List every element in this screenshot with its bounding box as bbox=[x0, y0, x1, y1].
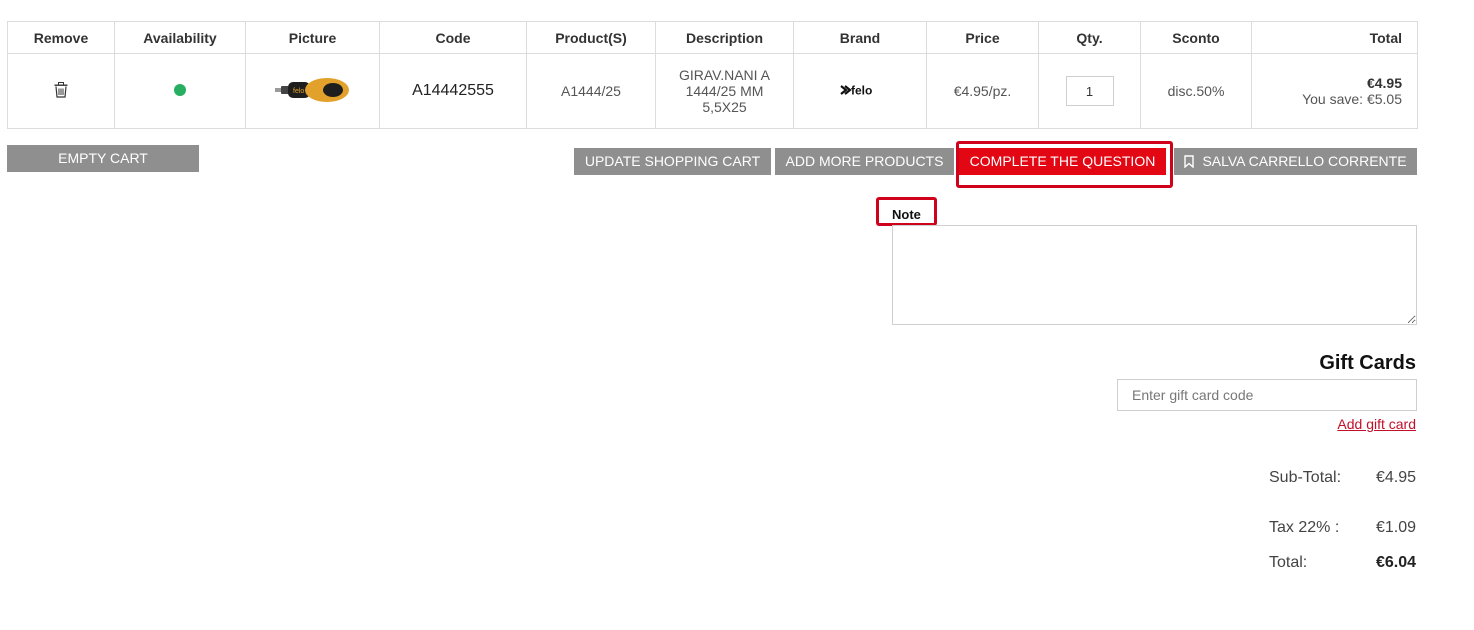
quantity-input[interactable] bbox=[1065, 76, 1114, 106]
note-label: Note bbox=[892, 207, 921, 222]
update-cart-button[interactable]: UPDATE SHOPPING CART bbox=[574, 148, 771, 175]
tax-label: Tax 22% : bbox=[1269, 519, 1340, 536]
table-header-row: Remove Availability Picture Code Product… bbox=[7, 21, 1418, 54]
header-description: Description bbox=[655, 21, 794, 54]
header-total: Total bbox=[1251, 21, 1418, 54]
description-line: 5,5X25 bbox=[702, 99, 747, 115]
empty-cart-button[interactable]: EMPTY CART bbox=[7, 145, 199, 172]
you-save-text: You save: €5.05 bbox=[1302, 91, 1402, 107]
header-code: Code bbox=[379, 21, 527, 54]
trash-icon[interactable] bbox=[54, 81, 68, 98]
gift-card-input[interactable] bbox=[1117, 379, 1417, 411]
product-name: A1444/25 bbox=[561, 83, 621, 99]
add-gift-card-link[interactable]: Add gift card bbox=[1337, 416, 1416, 432]
picture-cell: felo bbox=[245, 53, 380, 129]
qty-cell bbox=[1038, 53, 1141, 129]
price-cell: €4.95/pz. bbox=[926, 53, 1039, 129]
cart-table: Remove Availability Picture Code Product… bbox=[7, 21, 1418, 129]
header-price: Price bbox=[926, 21, 1039, 54]
header-qty: Qty. bbox=[1038, 21, 1141, 54]
save-cart-label: SALVA CARRELLO CORRENTE bbox=[1202, 153, 1407, 169]
remove-cell bbox=[7, 53, 115, 129]
description-line: GIRAV.NANI A bbox=[678, 67, 771, 83]
gift-cards-title: Gift Cards bbox=[1319, 352, 1416, 374]
brand-cell: felo bbox=[793, 53, 927, 129]
svg-text:felo: felo bbox=[293, 88, 304, 95]
product-code: A14442555 bbox=[412, 82, 494, 99]
tax-value: €1.09 bbox=[1375, 519, 1416, 536]
subtotal-label: Sub-Total: bbox=[1269, 469, 1342, 486]
product-cell: A1444/25 bbox=[526, 53, 656, 129]
add-more-products-button[interactable]: ADD MORE PRODUCTS bbox=[775, 148, 954, 175]
header-discount: Sconto bbox=[1140, 21, 1252, 54]
screwdriver-image[interactable]: felo bbox=[274, 77, 351, 107]
table-row: felo A14442555 A1444/25 GIRAV.NANI A 144… bbox=[7, 53, 1418, 129]
header-remove: Remove bbox=[7, 21, 115, 54]
bookmark-icon bbox=[1184, 150, 1195, 169]
note-textarea[interactable] bbox=[892, 225, 1417, 325]
header-picture: Picture bbox=[245, 21, 380, 54]
discount-value: disc.50% bbox=[1167, 83, 1225, 99]
total-label: Total: bbox=[1269, 554, 1308, 571]
header-brand: Brand bbox=[793, 21, 927, 54]
subtotal-value: €4.95 bbox=[1375, 469, 1416, 486]
row-total: €4.95 bbox=[1366, 75, 1402, 91]
description-cell: GIRAV.NANI A 1444/25 MM 5,5X25 bbox=[655, 53, 794, 129]
felo-logo: felo bbox=[840, 83, 880, 100]
highlight-box-complete bbox=[956, 141, 1173, 188]
header-products: Product(S) bbox=[526, 21, 656, 54]
description-line: 1444/25 MM bbox=[685, 83, 764, 99]
discount-cell: disc.50% bbox=[1140, 53, 1252, 129]
total-cell: €4.95 You save: €5.05 bbox=[1251, 53, 1418, 129]
availability-dot-icon bbox=[174, 84, 186, 96]
total-value: €6.04 bbox=[1375, 554, 1416, 571]
save-cart-button[interactable]: SALVA CARRELLO CORRENTE bbox=[1174, 148, 1417, 175]
unit-price: €4.95/pz. bbox=[953, 83, 1012, 99]
brand-name: felo bbox=[851, 83, 872, 97]
availability-cell bbox=[114, 53, 246, 129]
code-cell: A14442555 bbox=[379, 53, 527, 129]
header-availability: Availability bbox=[114, 21, 246, 54]
